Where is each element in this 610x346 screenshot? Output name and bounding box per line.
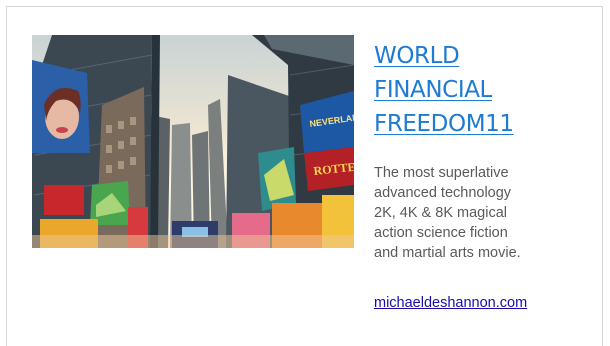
article-description: The most superlative advanced technology… bbox=[374, 165, 521, 261]
article-title-link[interactable]: WORLD FINANCIAL FREEDOM11 bbox=[374, 39, 584, 141]
article-thumbnail[interactable]: NEVERLAND ROTTEN bbox=[32, 35, 354, 248]
times-square-photo: NEVERLAND ROTTEN bbox=[32, 35, 354, 248]
source-link[interactable]: michaeldeshannon.com bbox=[374, 295, 527, 311]
article-card: NEVERLAND ROTTEN WORLD FINANCIAL FREEDOM… bbox=[6, 6, 603, 346]
